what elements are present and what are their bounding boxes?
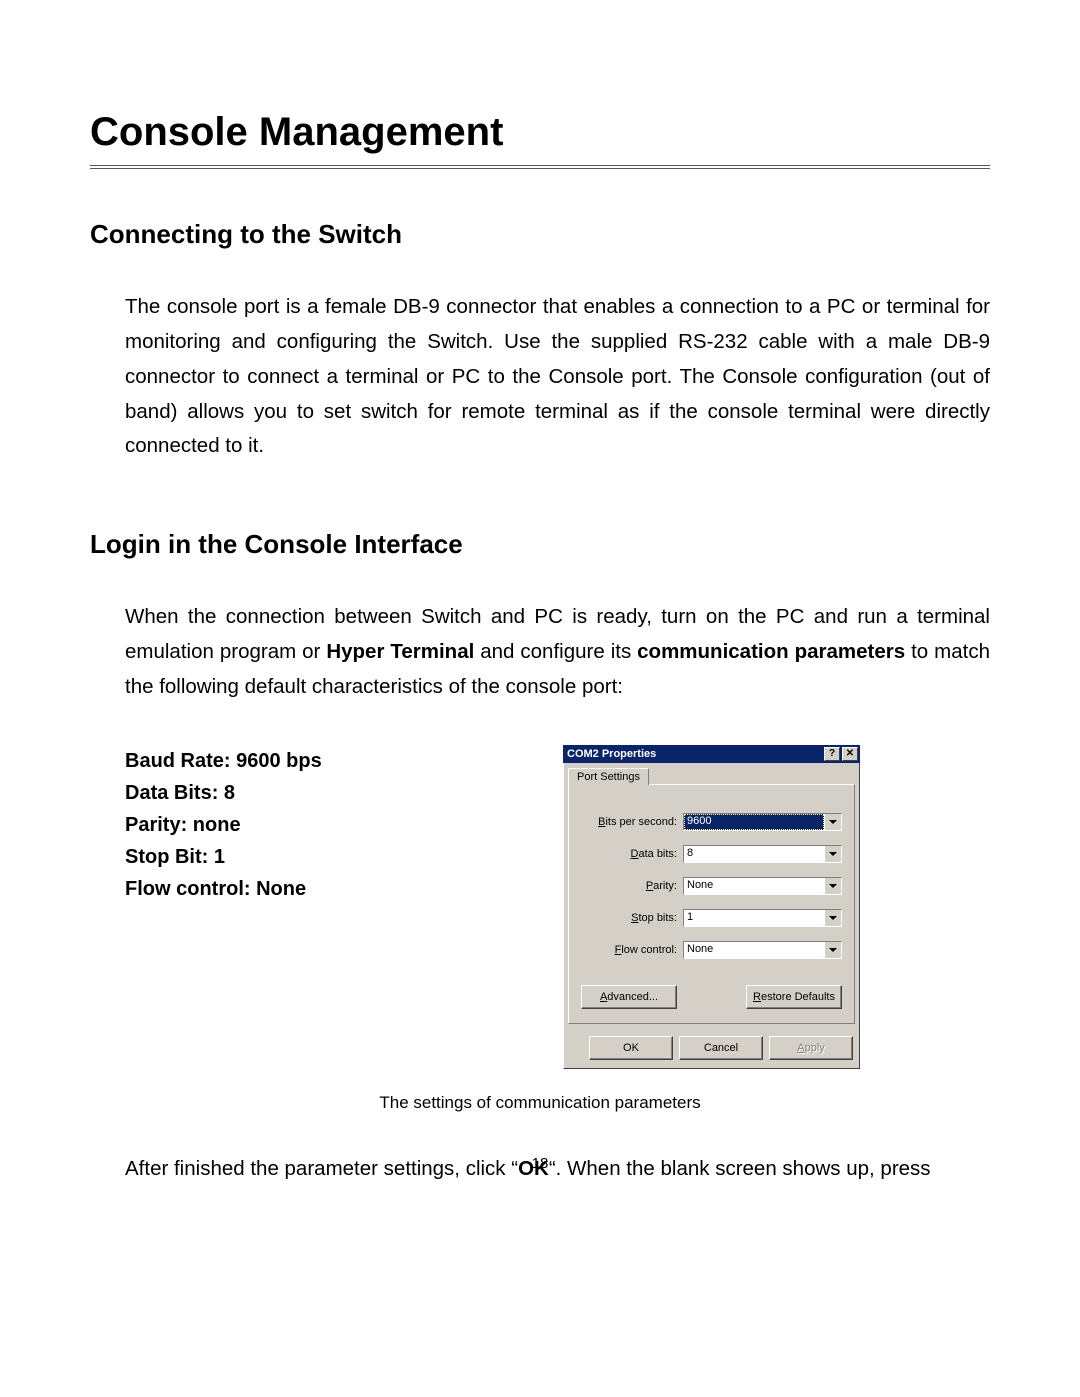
param-flow: Flow control: None bbox=[125, 873, 425, 905]
apply-button[interactable]: Apply bbox=[769, 1036, 853, 1060]
restore-defaults-button[interactable]: Restore Defaults bbox=[746, 985, 842, 1009]
param-data-bits: Data Bits: 8 bbox=[125, 777, 425, 809]
combo-bps-value: 9600 bbox=[684, 814, 824, 830]
label-parity: Parity: bbox=[581, 880, 683, 892]
param-stop-bit: Stop Bit: 1 bbox=[125, 841, 425, 873]
label-stop-bits: Stop bits: bbox=[581, 912, 683, 924]
combo-flow-control[interactable]: None bbox=[683, 941, 842, 959]
page-number: 18 bbox=[0, 1155, 1080, 1172]
advanced-button[interactable]: Advanced... bbox=[581, 985, 677, 1009]
paragraph-connecting: The console port is a female DB-9 connec… bbox=[125, 290, 990, 464]
tab-panel: Bits per second: 9600 Data bits: 8 bbox=[568, 784, 855, 1024]
cancel-button[interactable]: Cancel bbox=[679, 1036, 763, 1060]
label-flow-control: Flow control: bbox=[581, 944, 683, 956]
combo-flow-control-value: None bbox=[684, 942, 824, 958]
param-baud: Baud Rate: 9600 bps bbox=[125, 745, 425, 777]
combo-stop-bits[interactable]: 1 bbox=[683, 909, 842, 927]
combo-data-bits-value: 8 bbox=[684, 846, 824, 862]
help-button[interactable]: ? bbox=[824, 747, 840, 761]
chevron-down-icon[interactable] bbox=[824, 942, 841, 958]
label-data-bits: Data bits: bbox=[581, 848, 683, 860]
paragraph-login: When the connection between Switch and P… bbox=[125, 600, 990, 705]
chevron-down-icon[interactable] bbox=[824, 878, 841, 894]
chevron-down-icon[interactable] bbox=[824, 846, 841, 862]
combo-bps[interactable]: 9600 bbox=[683, 813, 842, 831]
combo-stop-bits-value: 1 bbox=[684, 910, 824, 926]
ok-button[interactable]: OK bbox=[589, 1036, 673, 1060]
label-bps: Bits per second: bbox=[581, 816, 683, 828]
chevron-down-icon[interactable] bbox=[824, 814, 841, 830]
param-parity: Parity: none bbox=[125, 809, 425, 841]
combo-parity-value: None bbox=[684, 878, 824, 894]
close-button[interactable]: ✕ bbox=[842, 747, 858, 761]
dialog-titlebar[interactable]: COM2 Properties ? ✕ bbox=[563, 745, 860, 763]
section-heading-login: Login in the Console Interface bbox=[90, 529, 990, 560]
section-heading-connecting: Connecting to the Switch bbox=[90, 219, 990, 250]
title-divider bbox=[90, 165, 990, 169]
figure-caption: The settings of communication parameters bbox=[90, 1093, 990, 1113]
chevron-down-icon[interactable] bbox=[824, 910, 841, 926]
com-properties-dialog: COM2 Properties ? ✕ Port Settings Bits p… bbox=[563, 745, 860, 1069]
parameter-list: Baud Rate: 9600 bps Data Bits: 8 Parity:… bbox=[125, 745, 425, 905]
dialog-title: COM2 Properties bbox=[567, 748, 822, 760]
combo-parity[interactable]: None bbox=[683, 877, 842, 895]
page-title: Console Management bbox=[90, 110, 990, 155]
combo-data-bits[interactable]: 8 bbox=[683, 845, 842, 863]
tab-port-settings[interactable]: Port Settings bbox=[568, 768, 649, 785]
